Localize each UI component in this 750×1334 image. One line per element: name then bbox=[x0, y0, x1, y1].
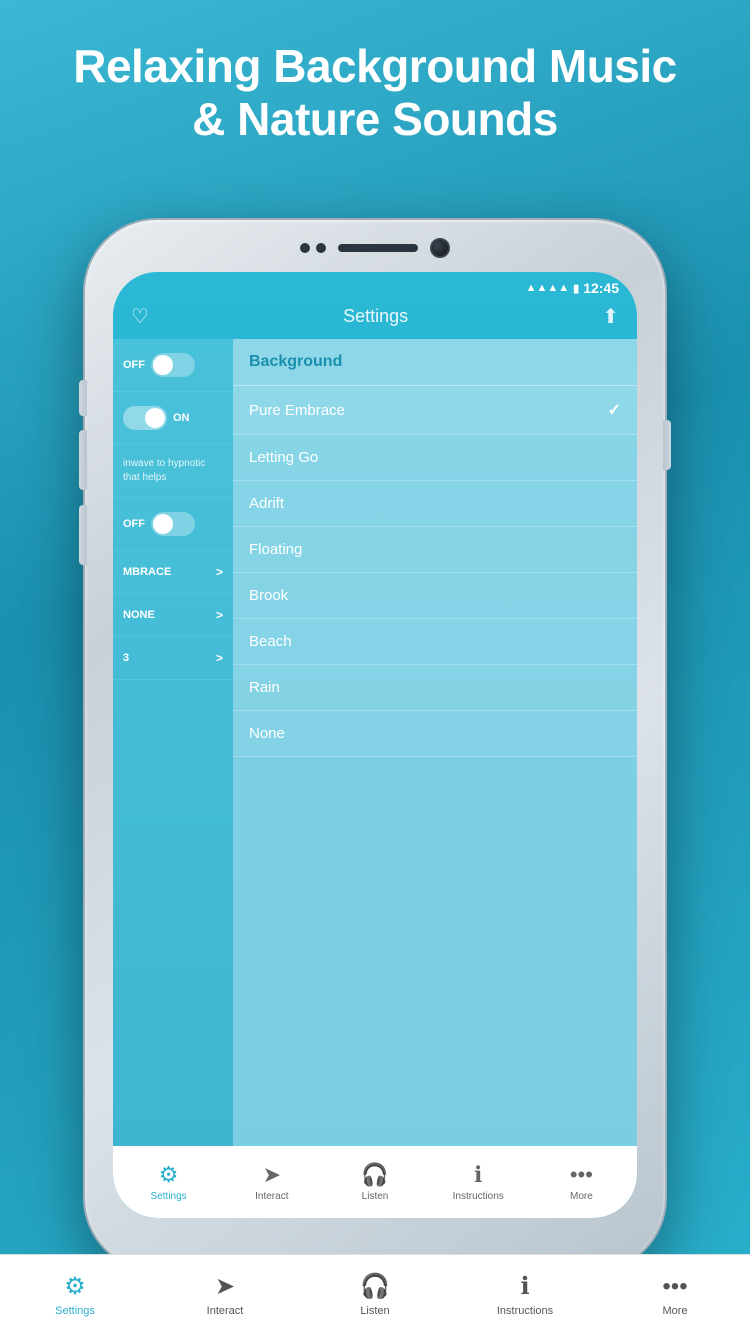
volume-down-button[interactable] bbox=[79, 505, 87, 565]
outer-listen-icon: 🎧 bbox=[360, 1272, 390, 1301]
toggle2[interactable] bbox=[123, 406, 167, 430]
outer-info-icon: ℹ bbox=[520, 1272, 529, 1301]
dropdown-item-3[interactable]: Floating bbox=[233, 527, 637, 573]
section-background-header: Background bbox=[233, 339, 637, 386]
dropdown-item-label-3: Floating bbox=[249, 541, 302, 558]
outer-interact-label: Interact bbox=[207, 1305, 244, 1317]
interact-tab-label: Interact bbox=[255, 1191, 288, 1202]
tab-listen[interactable]: 🎧 Listen bbox=[323, 1154, 426, 1210]
interact-icon: ➤ bbox=[263, 1162, 281, 1188]
listen-icon: 🎧 bbox=[361, 1162, 388, 1188]
toggle-row-2[interactable]: ON bbox=[113, 392, 233, 445]
option-row-1[interactable]: MBRACE > bbox=[113, 551, 233, 594]
dropdown-item-label-6: Rain bbox=[249, 679, 280, 696]
dropdown-item-label-0: Pure Embrace bbox=[249, 402, 345, 419]
dropdown-items: Pure Embrace ✓ Letting Go Adrift Floatin… bbox=[233, 386, 637, 757]
signal-icon: ▲▲▲▲ bbox=[526, 282, 570, 294]
settings-tab-label: Settings bbox=[151, 1191, 187, 1202]
instructions-tab-label: Instructions bbox=[453, 1191, 504, 1202]
dropdown-item-label-7: None bbox=[249, 725, 285, 742]
toggle1-knob bbox=[153, 355, 173, 375]
outer-tab-bar: ⚙ Settings ➤ Interact 🎧 Listen ℹ Instruc… bbox=[0, 1254, 750, 1334]
phone-screen: ▲▲▲▲ ▮ 12:45 ♡ Settings ⬆ OFF bbox=[113, 272, 637, 1218]
dropdown-item-label-5: Beach bbox=[249, 633, 292, 650]
listen-tab-label: Listen bbox=[362, 1191, 389, 1202]
tab-more[interactable]: ••• More bbox=[530, 1154, 633, 1210]
phone-tab-bar: ⚙ Settings ➤ Interact 🎧 Listen ℹ Instruc… bbox=[113, 1146, 637, 1218]
dropdown-item-7[interactable]: None bbox=[233, 711, 637, 757]
camera-lens bbox=[430, 238, 450, 258]
outer-tab-listen[interactable]: 🎧 Listen bbox=[300, 1272, 450, 1317]
top-navigation-bar: ♡ Settings ⬆ bbox=[113, 300, 637, 339]
outer-settings-icon: ⚙ bbox=[64, 1272, 86, 1301]
chevron-icon-2: > bbox=[216, 608, 223, 622]
dot2 bbox=[316, 243, 326, 253]
power-button[interactable] bbox=[663, 420, 671, 470]
outer-tab-instructions[interactable]: ℹ Instructions bbox=[450, 1272, 600, 1317]
tab-settings[interactable]: ⚙ Settings bbox=[117, 1154, 220, 1210]
dropdown-item-0[interactable]: Pure Embrace ✓ bbox=[233, 386, 637, 435]
outer-interact-icon: ➤ bbox=[215, 1272, 235, 1301]
toggle2-knob bbox=[145, 408, 165, 428]
tab-instructions[interactable]: ℹ Instructions bbox=[427, 1154, 530, 1210]
toggle3-label: OFF bbox=[123, 518, 145, 530]
screen-title: Settings bbox=[343, 306, 408, 327]
option-row-2[interactable]: NONE > bbox=[113, 594, 233, 637]
volume-up-button[interactable] bbox=[79, 430, 87, 490]
toggle3-knob bbox=[153, 514, 173, 534]
dot1 bbox=[300, 243, 310, 253]
status-bar: ▲▲▲▲ ▮ 12:45 bbox=[113, 272, 637, 300]
share-icon[interactable]: ⬆ bbox=[602, 304, 619, 329]
dropdown-item-2[interactable]: Adrift bbox=[233, 481, 637, 527]
settings-icon: ⚙ bbox=[159, 1162, 179, 1188]
selected-checkmark: ✓ bbox=[608, 400, 621, 420]
background-dropdown-panel: Background Pure Embrace ✓ Letting Go Adr… bbox=[233, 339, 637, 1195]
left-panel: OFF ON inwave to hypnotic that helps bbox=[113, 339, 233, 1195]
toggle1-label: OFF bbox=[123, 359, 145, 371]
toggle-row-3[interactable]: OFF bbox=[113, 498, 233, 551]
option1-label: MBRACE bbox=[123, 566, 171, 578]
toggle2-label: ON bbox=[173, 412, 190, 424]
toggle-row-1[interactable]: OFF bbox=[113, 339, 233, 392]
speaker-grill bbox=[338, 244, 418, 252]
toggle1[interactable] bbox=[151, 353, 195, 377]
dropdown-item-5[interactable]: Beach bbox=[233, 619, 637, 665]
outer-tab-settings[interactable]: ⚙ Settings bbox=[0, 1272, 150, 1317]
phone-top-notch bbox=[300, 238, 450, 258]
more-icon: ••• bbox=[570, 1162, 593, 1188]
dropdown-item-4[interactable]: Brook bbox=[233, 573, 637, 619]
battery-icon: ▮ bbox=[573, 282, 579, 295]
info-icon: ℹ bbox=[474, 1162, 482, 1188]
outer-tab-interact[interactable]: ➤ Interact bbox=[150, 1272, 300, 1317]
dropdown-item-label-2: Adrift bbox=[249, 495, 284, 512]
dropdown-item-1[interactable]: Letting Go bbox=[233, 435, 637, 481]
chevron-icon-3: > bbox=[216, 651, 223, 665]
option-row-3[interactable]: 3 > bbox=[113, 637, 233, 680]
outer-tab-more[interactable]: ••• More bbox=[600, 1273, 750, 1317]
toggle3[interactable] bbox=[151, 512, 195, 536]
clock: 12:45 bbox=[583, 280, 619, 296]
chevron-icon-1: > bbox=[216, 565, 223, 579]
outer-more-icon: ••• bbox=[662, 1273, 687, 1301]
tab-interact[interactable]: ➤ Interact bbox=[220, 1154, 323, 1210]
outer-instructions-label: Instructions bbox=[497, 1305, 553, 1317]
main-content: OFF ON inwave to hypnotic that helps bbox=[113, 339, 637, 1195]
outer-more-label: More bbox=[662, 1305, 687, 1317]
outer-listen-label: Listen bbox=[360, 1305, 389, 1317]
phone-device: ▲▲▲▲ ▮ 12:45 ♡ Settings ⬆ OFF bbox=[85, 220, 665, 1270]
more-tab-label: More bbox=[570, 1191, 593, 1202]
option3-label: 3 bbox=[123, 652, 129, 664]
favorite-icon[interactable]: ♡ bbox=[131, 304, 149, 329]
phone-shell: ▲▲▲▲ ▮ 12:45 ♡ Settings ⬆ OFF bbox=[85, 220, 665, 1270]
header-title: Relaxing Background Music & Nature Sound… bbox=[0, 0, 750, 166]
dropdown-item-6[interactable]: Rain bbox=[233, 665, 637, 711]
mute-button[interactable] bbox=[79, 380, 87, 416]
description-text: inwave to hypnotic that helps bbox=[113, 445, 233, 498]
outer-settings-label: Settings bbox=[55, 1305, 95, 1317]
option2-label: NONE bbox=[123, 609, 155, 621]
dropdown-item-label-4: Brook bbox=[249, 587, 288, 604]
dropdown-item-label-1: Letting Go bbox=[249, 449, 318, 466]
